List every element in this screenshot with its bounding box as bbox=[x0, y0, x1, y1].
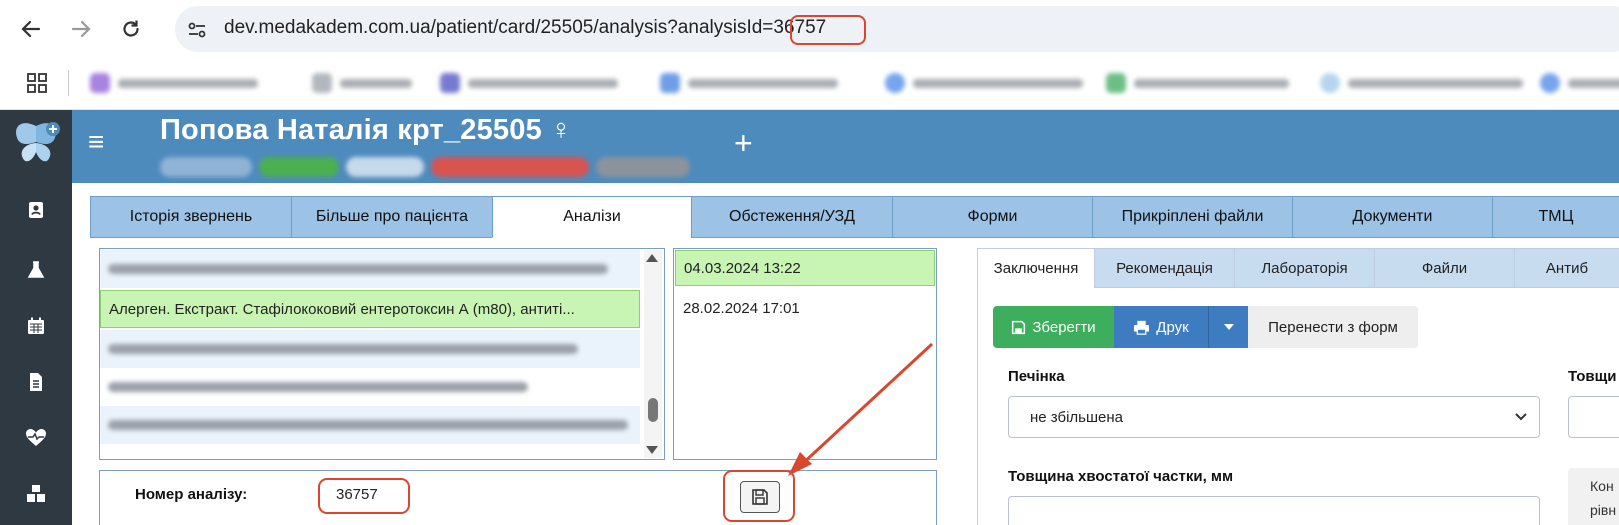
print-button-label: Друк bbox=[1156, 318, 1189, 336]
calendar-icon[interactable] bbox=[22, 312, 50, 340]
printer-icon bbox=[1134, 320, 1150, 335]
bookmarks-divider bbox=[68, 70, 69, 96]
site-settings-icon[interactable] bbox=[186, 19, 208, 41]
tab-conclusion[interactable]: Заключення bbox=[977, 248, 1095, 288]
list-item[interactable] bbox=[100, 368, 640, 406]
patient-meta-badges bbox=[160, 155, 690, 179]
chevron-down-icon bbox=[1514, 410, 1528, 426]
forward-arrow-icon[interactable] bbox=[66, 14, 96, 44]
tab-documents[interactable]: Документи bbox=[1292, 196, 1493, 238]
scroll-thumb[interactable] bbox=[648, 398, 658, 422]
print-dropdown-button[interactable] bbox=[1208, 306, 1248, 348]
bookmark-item[interactable] bbox=[885, 71, 1083, 95]
apps-grid-icon[interactable] bbox=[26, 72, 48, 94]
tab-files[interactable]: Файли bbox=[1374, 248, 1515, 288]
scroll-down-icon[interactable] bbox=[646, 446, 658, 454]
thickness-label: Товщи bbox=[1568, 368, 1617, 385]
caret-down-icon bbox=[1223, 324, 1234, 330]
thickness-input[interactable] bbox=[1568, 396, 1619, 438]
analysis-number-value: 36757 bbox=[336, 486, 378, 503]
tab-more-about-patient[interactable]: Більше про пацієнта bbox=[291, 196, 493, 238]
list-scrollbar[interactable] bbox=[644, 250, 662, 458]
print-button[interactable]: Друк bbox=[1114, 306, 1208, 348]
bookmark-item[interactable] bbox=[440, 71, 618, 95]
list-item[interactable] bbox=[100, 330, 640, 368]
menu-icon[interactable]: ≡ bbox=[88, 128, 104, 156]
caudate-thickness-input[interactable] bbox=[1008, 496, 1540, 525]
list-item-selected[interactable]: Алерген. Екстракт. Стафілококовий ентеро… bbox=[100, 290, 640, 328]
liver-label: Печінка bbox=[1008, 368, 1065, 385]
floppy-disk-icon bbox=[752, 489, 768, 505]
url-text[interactable]: dev.medakadem.com.ua/patient/card/25505/… bbox=[224, 17, 826, 39]
bookmark-item[interactable] bbox=[660, 71, 838, 95]
bookmark-item[interactable] bbox=[90, 71, 258, 95]
save-analysis-button[interactable] bbox=[740, 481, 780, 513]
tab-attached-files[interactable]: Прикріплені файли bbox=[1092, 196, 1293, 238]
side-note-line-1: Кон bbox=[1590, 478, 1614, 494]
date-item-selected[interactable]: 04.03.2024 13:22 bbox=[675, 250, 935, 286]
bookmark-item[interactable] bbox=[1320, 71, 1523, 95]
tab-examinations[interactable]: Обстеження/УЗД bbox=[691, 196, 893, 238]
screen: dev.medakadem.com.ua/patient/card/25505/… bbox=[0, 0, 1619, 525]
back-arrow-icon[interactable] bbox=[16, 14, 46, 44]
patient-name: Попова Наталія крт_25505 ♀ bbox=[160, 114, 573, 146]
tab-recommendation[interactable]: Рекомендація bbox=[1094, 248, 1235, 288]
boxes-icon[interactable] bbox=[22, 480, 50, 508]
caudate-thickness-label: Товщина хвостатої частки, мм bbox=[1008, 468, 1234, 485]
document-icon[interactable] bbox=[22, 368, 50, 396]
tab-antibiotic[interactable]: Антиб bbox=[1514, 248, 1619, 288]
floppy-disk-icon bbox=[1012, 320, 1026, 334]
side-note-line-2: рівн bbox=[1590, 502, 1617, 518]
app-logo bbox=[10, 116, 62, 168]
date-item[interactable]: 28.02.2024 17:01 bbox=[675, 290, 935, 326]
tab-laboratory[interactable]: Лабораторія bbox=[1234, 248, 1375, 288]
tab-analyses[interactable]: Аналізи bbox=[492, 196, 692, 238]
bookmark-item[interactable] bbox=[1106, 71, 1289, 95]
save-button[interactable]: Зберегти bbox=[993, 306, 1114, 348]
scroll-up-icon[interactable] bbox=[646, 254, 658, 262]
annotation-arrow bbox=[788, 342, 934, 476]
url-id-highlight bbox=[790, 15, 866, 45]
add-button[interactable]: + bbox=[734, 127, 753, 159]
tab-history[interactable]: Історія звернень bbox=[90, 196, 292, 238]
reload-icon[interactable] bbox=[116, 14, 146, 44]
lab-flask-icon[interactable] bbox=[22, 256, 50, 284]
bookmark-item[interactable] bbox=[312, 71, 412, 95]
contacts-icon[interactable] bbox=[22, 196, 50, 224]
save-button-label: Зберегти bbox=[1032, 318, 1096, 336]
analysis-number-label: Номер аналізу: bbox=[135, 486, 248, 503]
list-item[interactable] bbox=[100, 406, 640, 444]
liver-select-value: не збільшена bbox=[1030, 409, 1123, 426]
tab-tmc[interactable]: ТМЦ bbox=[1492, 196, 1619, 238]
bookmark-item[interactable] bbox=[1540, 71, 1619, 95]
transfer-from-forms-button[interactable]: Перенести з форм bbox=[1248, 306, 1418, 348]
heart-pulse-icon[interactable] bbox=[22, 424, 50, 452]
list-item[interactable] bbox=[100, 250, 640, 288]
tab-forms[interactable]: Форми bbox=[892, 196, 1093, 238]
